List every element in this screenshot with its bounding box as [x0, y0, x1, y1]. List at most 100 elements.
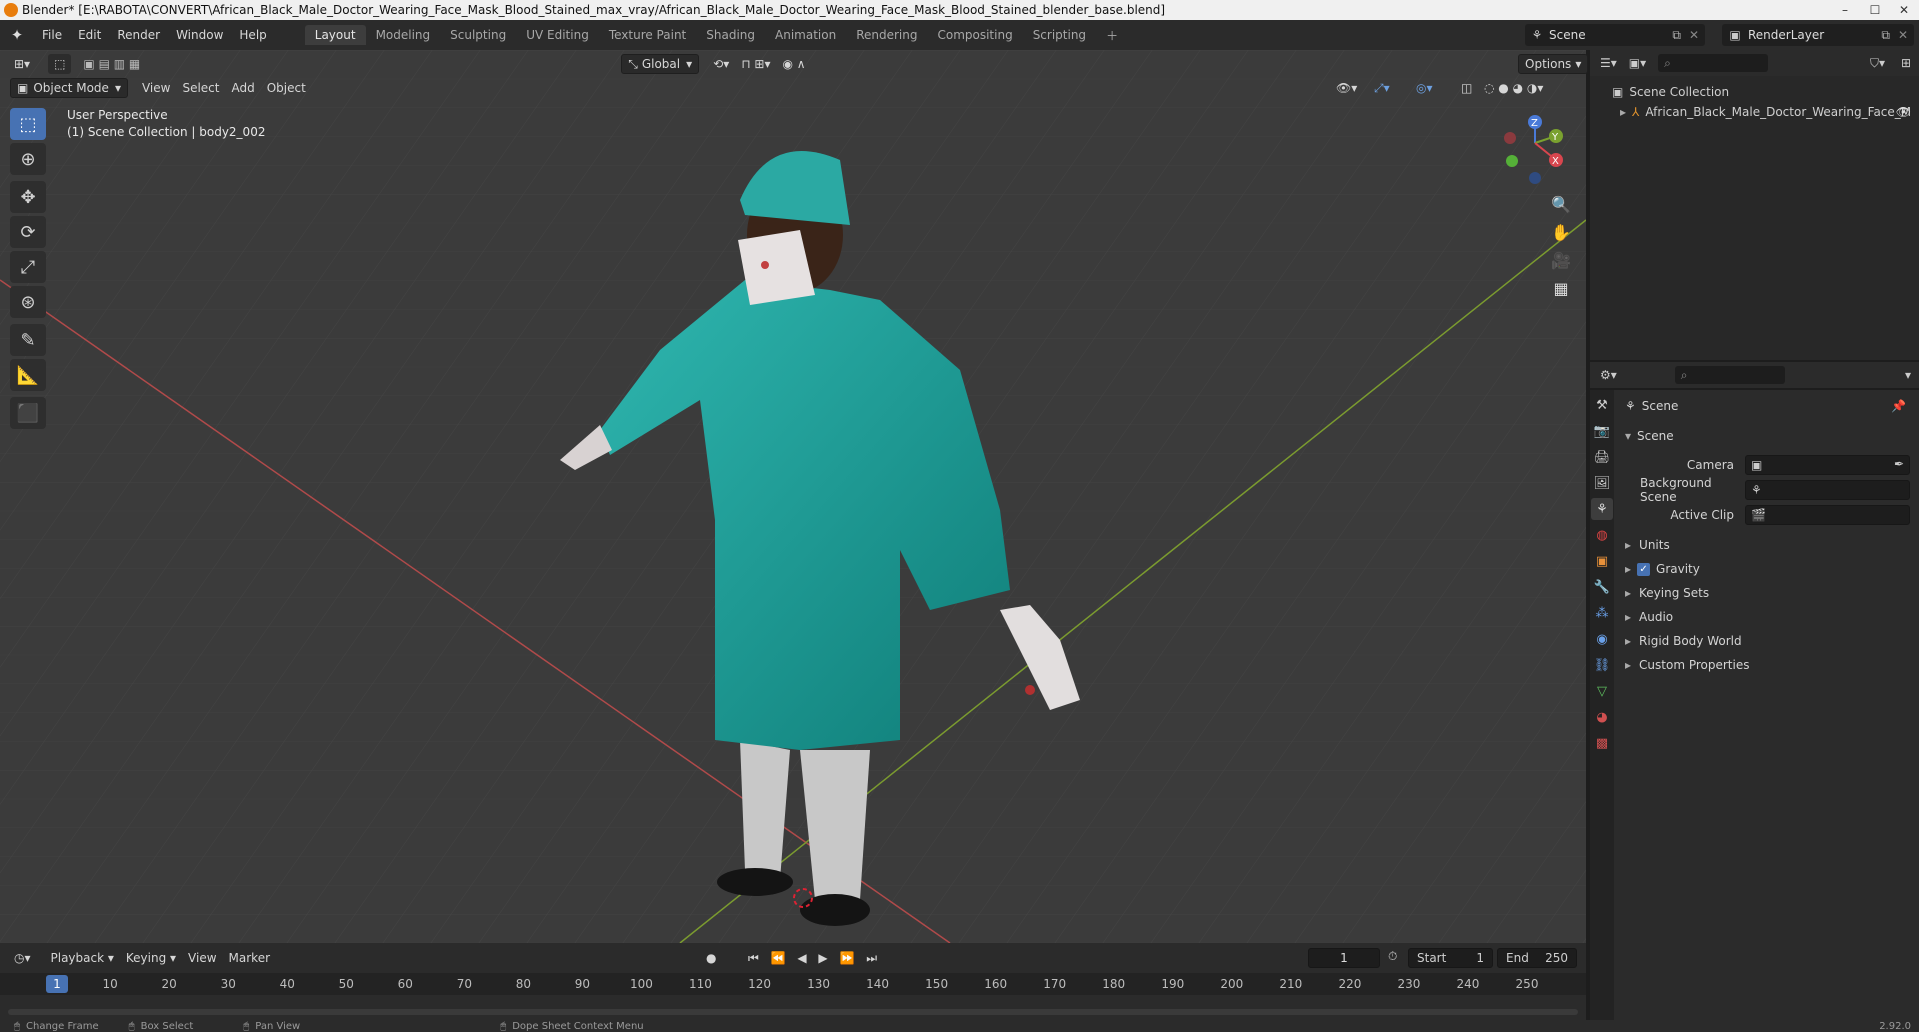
copy-layer-icon[interactable]: ⧉ — [1881, 28, 1890, 43]
copy-scene-icon[interactable]: ⧉ — [1672, 28, 1681, 43]
camera-view-icon[interactable]: 🎥 — [1547, 246, 1575, 274]
pin-icon[interactable]: 📌 — [1891, 399, 1906, 413]
annotate-tool-icon[interactable]: ✎ — [10, 324, 46, 356]
outliner-search-input[interactable]: ⌕ — [1658, 54, 1769, 72]
world-tab-icon[interactable]: ◍ — [1591, 524, 1613, 546]
timeline-scrollbar[interactable] — [8, 1009, 1578, 1015]
outliner-row-object[interactable]: ▸ ⅄ African_Black_Male_Doctor_Wearing_Fa… — [1590, 102, 1919, 122]
tab-sculpting[interactable]: Sculpting — [440, 25, 516, 45]
eyedropper-icon[interactable]: ✒ — [1894, 457, 1904, 471]
filter-icon[interactable]: ⛉▾ — [1870, 56, 1885, 71]
playback-controls[interactable]: ⏮ ⏪ ◀ ▶ ⏩ ⏭ — [742, 948, 887, 968]
outliner-row-scene-collection[interactable]: ▣ Scene Collection — [1590, 82, 1919, 102]
object-tab-icon[interactable]: ▣ — [1591, 550, 1613, 572]
overlay-icon[interactable]: ◎▾ — [1410, 78, 1439, 98]
tab-uv-editing[interactable]: UV Editing — [516, 25, 599, 45]
menu-marker[interactable]: Marker — [223, 948, 276, 968]
select-tool-icon[interactable]: ⬚ — [48, 54, 72, 74]
new-collection-icon[interactable]: ⊞ — [1901, 56, 1911, 70]
start-frame-field[interactable]: Start 1 — [1408, 948, 1493, 968]
gravity-panel-header[interactable]: ▸ ✓ Gravity — [1625, 558, 1700, 580]
rotate-tool-icon[interactable]: ⟳ — [10, 216, 46, 248]
properties-editor-icon[interactable]: ⚙▾ — [1600, 368, 1617, 382]
add-cube-tool-icon[interactable]: ⬛ — [10, 397, 46, 429]
custom-properties-panel-header[interactable]: ▸ Custom Properties — [1625, 654, 1749, 676]
minimize-button[interactable]: – — [1830, 0, 1860, 20]
tab-rendering[interactable]: Rendering — [846, 25, 927, 45]
select-box-tool-icon[interactable]: ⬚ — [10, 108, 46, 140]
tab-animation[interactable]: Animation — [765, 25, 846, 45]
menu-file[interactable]: File — [34, 28, 70, 42]
tab-modeling[interactable]: Modeling — [366, 25, 441, 45]
viewport-3d[interactable] — [0, 50, 1586, 943]
background-scene-field[interactable]: ⚘ — [1745, 480, 1910, 500]
tab-compositing[interactable]: Compositing — [927, 25, 1022, 45]
move-tool-icon[interactable]: ✥ — [10, 181, 46, 213]
stopwatch-icon[interactable]: ⏱ — [1388, 949, 1397, 964]
mode-dropdown[interactable]: ▣ Object Mode ▾ — [10, 78, 128, 98]
options-dropdown[interactable]: Options ▾ — [1518, 54, 1589, 74]
navigation-gizmo[interactable]: Z Y X — [1490, 108, 1570, 188]
data-tab-icon[interactable]: ▽ — [1591, 680, 1613, 702]
editor-type-icon[interactable]: ⊞▾ — [8, 54, 36, 74]
transform-orientation-dropdown[interactable]: ⤡ Global ▾ — [621, 54, 700, 74]
menu-window[interactable]: Window — [168, 28, 231, 42]
display-mode-icon[interactable]: ▣▾ — [1629, 56, 1646, 70]
remove-layer-icon[interactable]: ✕ — [1898, 28, 1908, 42]
menu-object[interactable]: Object — [261, 78, 312, 98]
timeline-ruler[interactable]: 1 10 20 30 40 50 60 70 80 90 100 110 120 130 140 150 160… — [0, 973, 1586, 995]
zoom-icon[interactable]: 🔍 — [1547, 190, 1575, 218]
gizmo-toggle-icon[interactable]: ⤢▾ — [1368, 78, 1396, 98]
scene-panel-header[interactable]: ▾ Scene — [1625, 425, 1674, 447]
gravity-checkbox[interactable]: ✓ — [1637, 562, 1651, 576]
menu-view-timeline[interactable]: View — [182, 948, 222, 968]
camera-field[interactable]: ▣ ✒ — [1745, 455, 1910, 475]
tool-tab-icon[interactable]: ⚒ — [1591, 394, 1613, 416]
audio-panel-header[interactable]: ▸ Audio — [1625, 606, 1673, 628]
menu-render[interactable]: Render — [109, 28, 168, 42]
cursor-tool-icon[interactable]: ⊕ — [10, 143, 46, 175]
chevron-down-icon[interactable]: ▾ — [1905, 368, 1911, 382]
shading-modes[interactable]: ◌ ● ◕ ◑▾ — [1478, 78, 1549, 98]
menu-view[interactable]: View — [136, 78, 176, 98]
blender-menu-icon[interactable]: ✦ — [6, 24, 28, 46]
units-panel-header[interactable]: ▸ Units — [1625, 534, 1670, 556]
tab-texture-paint[interactable]: Texture Paint — [599, 25, 696, 45]
transform-tool-icon[interactable]: ⊛ — [10, 286, 46, 318]
material-tab-icon[interactable]: ◕ — [1591, 706, 1613, 728]
constraints-tab-icon[interactable]: ⛓ — [1591, 654, 1613, 676]
menu-select[interactable]: Select — [176, 78, 225, 98]
visibility-eye-icon[interactable]: 👁 — [1896, 105, 1911, 119]
menu-help[interactable]: Help — [231, 28, 274, 42]
output-tab-icon[interactable]: 🖨 — [1591, 446, 1613, 468]
close-button[interactable]: ✕ — [1889, 0, 1919, 20]
snap-icon[interactable]: ⊓ ⊞▾ — [735, 54, 776, 74]
measure-tool-icon[interactable]: 📐 — [10, 359, 46, 391]
end-frame-field[interactable]: End 250 — [1497, 948, 1577, 968]
selection-modes[interactable]: ▣ ▤ ▥ ▦ — [77, 54, 146, 74]
pan-hand-icon[interactable]: ✋ — [1547, 218, 1575, 246]
expand-arrow-icon[interactable]: ▸ — [1620, 105, 1626, 119]
xray-icon[interactable]: ◫ — [1455, 78, 1478, 98]
outliner-editor-icon[interactable]: ☰▾ — [1600, 56, 1617, 70]
tab-shading[interactable]: Shading — [696, 25, 765, 45]
view-layer-tab-icon[interactable]: 🖼 — [1591, 472, 1613, 494]
scene-selector[interactable]: ⚘ Scene ⧉ ✕ — [1525, 24, 1705, 46]
pivot-icon[interactable]: ⟲▾ — [707, 54, 735, 74]
active-clip-field[interactable]: 🎬 — [1745, 505, 1910, 525]
rigid-body-world-panel-header[interactable]: ▸ Rigid Body World — [1625, 630, 1742, 652]
texture-tab-icon[interactable]: ▩ — [1591, 732, 1613, 754]
tab-layout[interactable]: Layout — [304, 25, 366, 45]
scene-tab-icon[interactable]: ⚘ — [1591, 498, 1613, 520]
properties-search-input[interactable]: ⌕ — [1674, 366, 1785, 384]
record-icon[interactable]: ● — [700, 948, 722, 968]
timeline-editor-icon[interactable]: ◷▾ — [8, 948, 37, 968]
menu-keying[interactable]: Keying ▾ — [120, 948, 182, 968]
keying-sets-panel-header[interactable]: ▸ Keying Sets — [1625, 582, 1709, 604]
menu-edit[interactable]: Edit — [70, 28, 109, 42]
particles-tab-icon[interactable]: ⁂ — [1591, 602, 1613, 624]
scale-tool-icon[interactable]: ⤢ — [10, 251, 46, 283]
ortho-grid-icon[interactable]: ▦ — [1547, 274, 1575, 302]
menu-playback[interactable]: Playback ▾ — [45, 948, 120, 968]
current-frame-field[interactable]: 1 — [1308, 948, 1380, 968]
